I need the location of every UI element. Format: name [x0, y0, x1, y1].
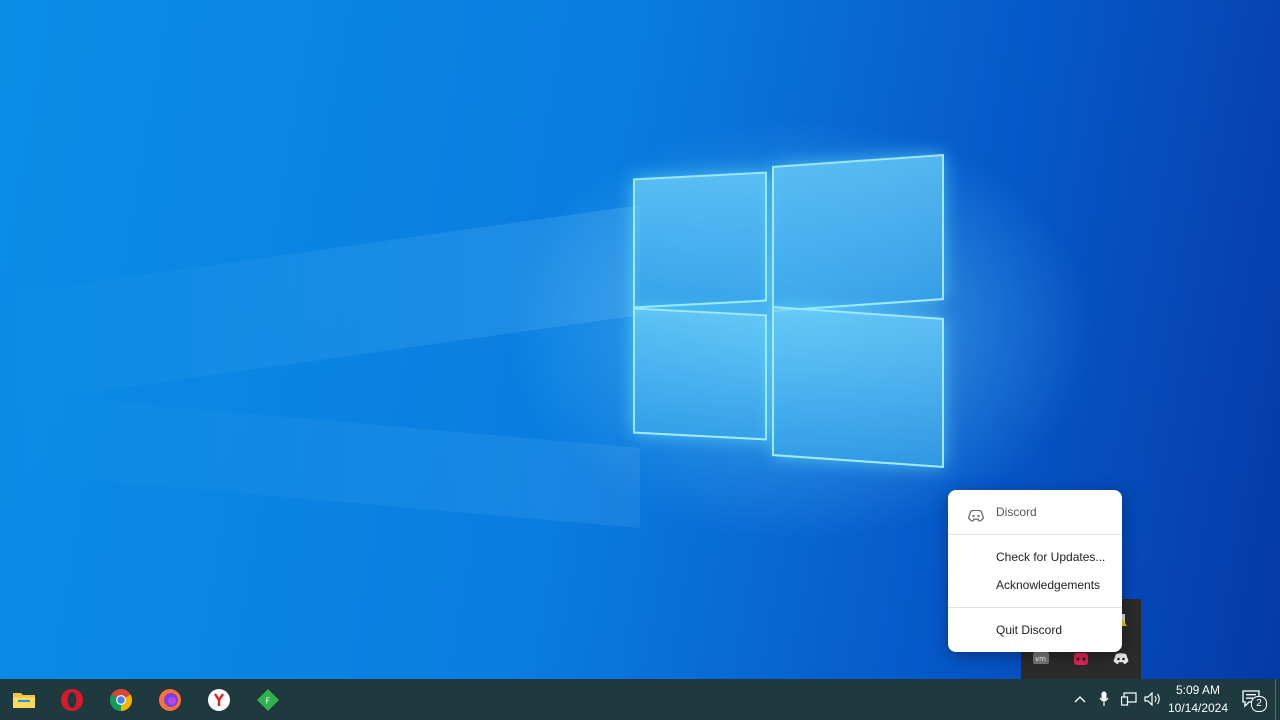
show-hidden-icons-chevron-up-icon[interactable]	[1070, 687, 1090, 711]
opera-button[interactable]	[48, 679, 96, 720]
discord-tray-context-menu: Discord Check for Updates... Acknowledge…	[948, 490, 1122, 652]
firefox-icon	[159, 688, 181, 711]
clock-date: 10/14/2024	[1167, 701, 1229, 715]
light-beam	[0, 205, 640, 405]
chrome-icon	[110, 688, 132, 711]
menu-item-acknowledgements[interactable]: Acknowledgements	[948, 573, 1122, 597]
menu-item-label: Acknowledgements	[996, 578, 1101, 592]
chrome-button[interactable]	[97, 679, 145, 720]
light-beam	[0, 392, 640, 528]
discord-icon	[967, 506, 985, 530]
clock-time: 5:09 AM	[1175, 683, 1221, 697]
menu-separator	[948, 534, 1122, 535]
action-center-button[interactable]: 2	[1238, 687, 1267, 712]
svg-text:F: F	[266, 696, 271, 705]
green-diamond-icon: F	[257, 688, 279, 711]
clock[interactable]: 5:09 AM 10/14/2024	[1162, 681, 1234, 717]
menu-item-label: Check for Updates...	[996, 550, 1106, 564]
logo-pane-top-right	[772, 153, 944, 313]
logo-pane-bottom-left	[633, 307, 767, 441]
menu-item-label: Quit Discord	[996, 623, 1063, 637]
green-diamond-app-button[interactable]: F	[244, 679, 292, 720]
folder-icon	[13, 692, 35, 708]
menu-header-discord[interactable]: Discord	[948, 500, 1122, 524]
menu-separator	[948, 607, 1122, 608]
volume-icon[interactable]	[1143, 687, 1163, 711]
taskbar: F 5:09 AM 10/14/2024 2	[0, 679, 1280, 720]
logo-pane-top-left	[633, 171, 767, 309]
yandex-browser-button[interactable]	[195, 679, 243, 720]
menu-item-quit-discord[interactable]: Quit Discord	[948, 618, 1122, 642]
notification-count-badge: 2	[1251, 696, 1267, 712]
firefox-button[interactable]	[146, 679, 194, 720]
menu-header-label: Discord	[996, 505, 1037, 519]
microphone-icon[interactable]	[1096, 687, 1112, 711]
file-explorer-button[interactable]	[0, 679, 48, 720]
yandex-icon	[208, 688, 230, 711]
menu-item-check-for-updates[interactable]: Check for Updates...	[948, 545, 1122, 569]
network-icon[interactable]	[1119, 687, 1139, 711]
opera-icon	[61, 688, 83, 711]
show-desktop-button[interactable]	[1275, 679, 1280, 720]
logo-pane-bottom-right	[772, 305, 944, 469]
svg-text:vm: vm	[1035, 655, 1046, 663]
